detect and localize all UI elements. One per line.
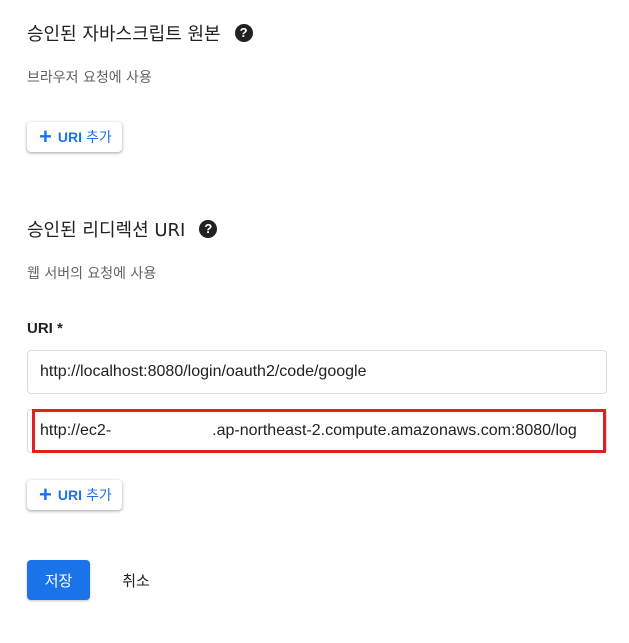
uri-field-label: URI * <box>27 320 63 337</box>
redirect-uri-value-1: http://localhost:8080/login/oauth2/code/… <box>40 363 367 380</box>
help-icon[interactable]: ? <box>199 220 218 238</box>
js-origins-description: 브라우저 요청에 사용 <box>27 70 152 86</box>
plus-icon: + <box>39 124 52 149</box>
redirect-uri-input-2[interactable]: http://ec2- .ap-northeast-2.compute.amazo… <box>27 409 607 453</box>
add-button-uri-label: URI <box>57 129 82 145</box>
add-button-label: 추가 <box>85 488 112 504</box>
js-origins-title-text: 승인된 자바스크립트 원본 <box>27 24 221 45</box>
add-js-origin-uri-button[interactable]: + URI 추가 <box>27 122 122 152</box>
redirect-uri-input-1[interactable]: http://localhost:8080/login/oauth2/code/… <box>27 350 607 394</box>
add-button-uri-label: URI <box>57 487 82 503</box>
help-icon[interactable]: ? <box>234 24 253 42</box>
redirect-uri-value-2-prefix: http://ec2- <box>40 422 112 439</box>
redirect-uris-title-text: 승인된 리디렉션 URI <box>27 220 186 241</box>
redirect-uri-value-2-suffix: .ap-northeast-2.compute.amazonaws.com:80… <box>212 422 577 439</box>
cancel-button[interactable]: 취소 <box>110 560 162 600</box>
add-button-label: 추가 <box>85 130 112 146</box>
js-origins-title: 승인된 자바스크립트 원본 ? <box>27 20 253 46</box>
redirect-uris-description: 웹 서버의 요청에 사용 <box>27 266 157 282</box>
plus-icon: + <box>39 482 52 507</box>
save-button[interactable]: 저장 <box>27 560 90 600</box>
add-redirect-uri-button[interactable]: + URI 추가 <box>27 480 122 510</box>
redirect-uris-title: 승인된 리디렉션 URI ? <box>27 216 218 242</box>
